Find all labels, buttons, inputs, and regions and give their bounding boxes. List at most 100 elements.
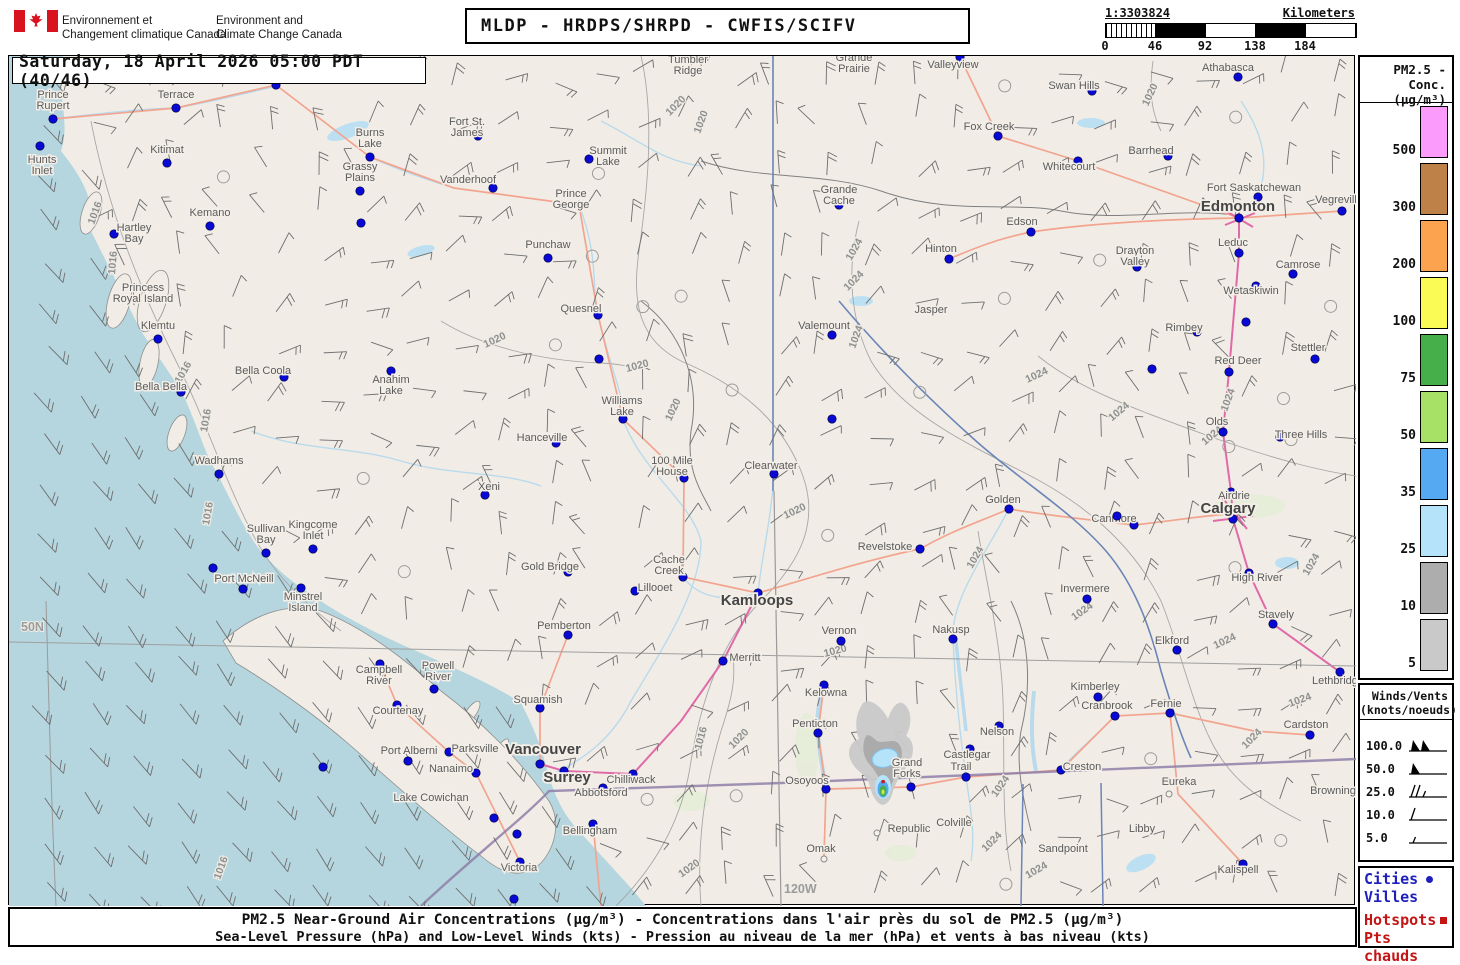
city-label: Vernon <box>822 625 857 637</box>
city-marker: Bella Coola <box>235 365 292 381</box>
pm25-level-value: 200 <box>1393 257 1416 272</box>
city-label: Squamish <box>514 694 563 706</box>
city-label: Wetaskiwin <box>1223 285 1278 297</box>
city-label: Lake Cowichan <box>393 792 468 804</box>
city-marker: Barrhead <box>1128 145 1173 160</box>
city-marker: Fort St.James <box>449 116 485 140</box>
city-label: Leduc <box>1218 237 1248 249</box>
pm25-legend-row: 35 <box>1360 445 1452 502</box>
city-marker: Valleyview <box>927 56 978 71</box>
wind-speed-value: 50.0 <box>1366 762 1405 776</box>
city-label: Kamloops <box>721 592 794 609</box>
city-label: Colville <box>936 817 971 829</box>
city-label: Nanaimo <box>429 763 473 775</box>
meridian-120w <box>774 491 781 906</box>
city-label: Lake <box>379 385 403 397</box>
isobar-label: 1020 <box>663 93 688 118</box>
isobar-label: 1020 <box>782 501 808 522</box>
city-marker: Kitimat <box>150 144 184 167</box>
city-marker: Whitecourt <box>1043 157 1096 173</box>
isobar-label: 1020 <box>663 396 684 422</box>
pm25-color-swatch <box>1420 334 1448 386</box>
isobar-label: 1020 <box>1140 81 1161 107</box>
city-label: Vegreville <box>1315 194 1356 206</box>
city-marker: Swan Hills <box>1048 80 1100 95</box>
pm25-legend-row: 300 <box>1360 160 1452 217</box>
pm25-legend-row: 50 <box>1360 388 1452 445</box>
hotspots-legend-en: Hotspots <box>1364 912 1448 930</box>
city-marker: Castlegar <box>943 745 990 761</box>
city-label: Valleyview <box>927 59 978 71</box>
isobar-label: 1024 <box>989 773 1012 799</box>
city-label: Fernie <box>1150 698 1181 710</box>
pm25-legend-title: PM2.5 - Conc.(µg/m³) <box>1360 57 1452 103</box>
city-marker: TumblerRidge <box>668 56 709 77</box>
isobar-label: 1024 <box>1024 365 1050 386</box>
pm25-level-value: 10 <box>1400 599 1416 614</box>
pm25-legend-row: 10 <box>1360 559 1452 616</box>
city-marker: Revelstoke <box>858 541 924 553</box>
city-label: Plains <box>345 172 375 184</box>
city-label: Vancouver <box>505 741 581 758</box>
city-marker: Leduc <box>1218 237 1248 257</box>
city-label: River <box>366 675 392 687</box>
isobar-label: 1024 <box>843 236 865 262</box>
city-marker: Abbotsford <box>574 784 627 799</box>
city-marker: Kemano <box>190 207 231 230</box>
city-label: Kemano <box>190 207 231 219</box>
city-marker <box>1113 512 1121 520</box>
city-marker: Nakusp <box>932 624 969 643</box>
city-label: Creston <box>1063 761 1102 773</box>
city-label: Pemberton <box>537 620 591 632</box>
city-marker: SummitLake <box>585 145 627 168</box>
city-label: Olds <box>1206 416 1229 428</box>
city-label: Klemtu <box>141 320 175 332</box>
city-marker: GrandePrairie <box>836 56 873 75</box>
city-marker: High River <box>1231 569 1283 584</box>
city-label: Inlet <box>303 530 324 542</box>
city-marker: Kimberley <box>1071 681 1120 701</box>
city-label: Cranbrook <box>1081 700 1133 712</box>
city-label: Surrey <box>543 769 591 786</box>
city-marker: WilliamsLake <box>602 395 643 423</box>
major-highways <box>540 203 1340 774</box>
city-label: Courtenay <box>373 705 424 717</box>
marker-legend: Cities Villes Hotspots Pts chauds <box>1358 866 1454 948</box>
wind-barb-icon <box>1405 805 1449 825</box>
cities-legend-en: Cities <box>1364 871 1448 889</box>
city-marker: Creston <box>1057 761 1101 774</box>
city-marker: HartleyBay <box>110 222 152 245</box>
scale-bar-segments <box>1105 23 1357 38</box>
city-label: Forks <box>893 768 921 780</box>
wind-legend: Winds/Vents(knots/noeuds) 100.050.025.01… <box>1358 683 1454 862</box>
city-label: Island <box>288 602 317 614</box>
city-marker <box>828 415 836 423</box>
city-label: Punchaw <box>525 239 570 251</box>
city-marker: Punchaw <box>525 239 570 262</box>
wind-barb-icon <box>1405 759 1449 779</box>
city-label: George <box>553 199 590 211</box>
city-label: Edmonton <box>1201 198 1275 215</box>
isobar-label: 1024 <box>841 268 866 293</box>
city-label: Valemount <box>798 320 850 332</box>
city-label: Lake <box>358 138 382 150</box>
city-label: Invermere <box>1060 583 1110 595</box>
city-marker: Kamloops <box>721 589 794 609</box>
isobar-label: 1020 <box>624 357 650 375</box>
city-marker: Camrose <box>1276 259 1321 278</box>
city-marker: Jasper <box>914 304 947 316</box>
city-label: Creek <box>654 565 684 577</box>
city-label: Hanceville <box>517 432 568 444</box>
isobar-label: 1020 <box>692 109 711 135</box>
city-label: Hinton <box>925 243 957 255</box>
city-marker: Fox Creek <box>964 121 1015 140</box>
city-label: Clearwater <box>744 460 798 472</box>
city-label: Port McNeill <box>214 573 273 585</box>
city-marker: BurnsLake <box>356 127 385 161</box>
pm25-level-value: 300 <box>1393 200 1416 215</box>
caption-line1: PM2.5 Near-Ground Air Concentrations (µg… <box>10 912 1355 928</box>
isobar-label: 1024 <box>1023 859 1049 881</box>
city-label: Osoyoos <box>785 775 829 787</box>
wind-legend-row: 100.0 <box>1360 734 1452 757</box>
pm25-color-swatch <box>1420 391 1448 443</box>
